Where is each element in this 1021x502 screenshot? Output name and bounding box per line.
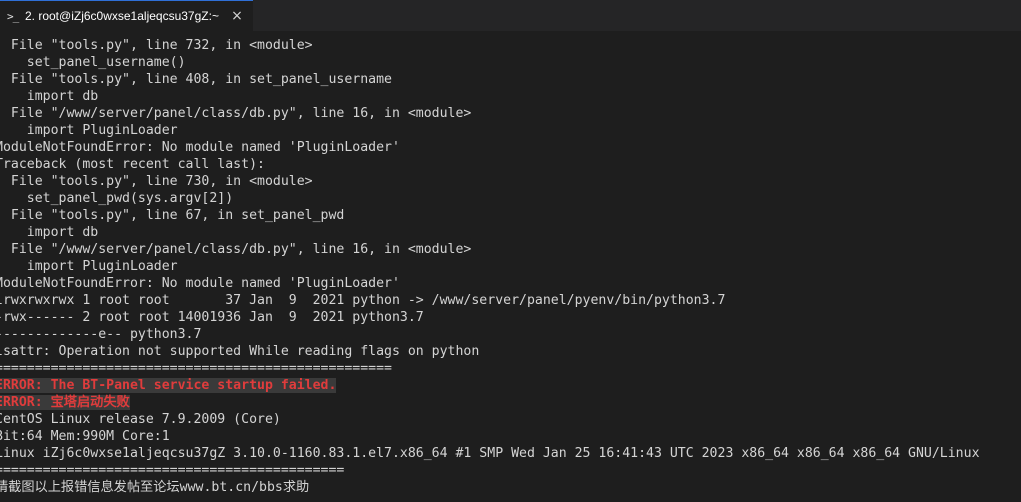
terminal-line: ========================================… xyxy=(0,361,392,376)
terminal-line: File "tools.py", line 408, in set_panel_… xyxy=(0,72,392,87)
terminal-line: File "/www/server/panel/class/db.py", li… xyxy=(0,106,472,121)
tab-title: 2. root@iZj6c0wxse1aljeqcsu37gZ:~ xyxy=(25,9,219,23)
terminal-line: File "tools.py", line 730, in <module> xyxy=(0,174,313,189)
close-icon[interactable]: × xyxy=(229,8,245,24)
terminal-tab[interactable]: >_ 2. root@iZj6c0wxse1aljeqcsu37gZ:~ × xyxy=(0,0,253,31)
error-text: ERROR: The BT-Panel service startup fail… xyxy=(0,378,337,393)
terminal-output[interactable]: File "tools.py", line 732, in <module> s… xyxy=(0,37,1021,502)
tab-bar: >_ 2. root@iZj6c0wxse1aljeqcsu37gZ:~ × xyxy=(0,0,1021,31)
terminal-line: import PluginLoader xyxy=(0,123,178,138)
terminal-line: import db xyxy=(0,89,99,104)
terminal-line: CentOS Linux release 7.9.2009 (Core) xyxy=(0,412,281,427)
terminal-line: lrwxrwxrwx 1 root root 37 Jan 9 2021 pyt… xyxy=(0,293,726,308)
error-text: ERROR: 宝塔启动失败 xyxy=(0,395,130,410)
terminal-line: -------------e-- python3.7 xyxy=(0,327,202,342)
terminal-line: ModuleNotFoundError: No module named 'Pl… xyxy=(0,140,400,155)
terminal-line: lsattr: Operation not supported While re… xyxy=(0,344,480,359)
terminal-line: 请截图以上报错信息发帖至论坛www.bt.cn/bbs求助 xyxy=(0,480,310,495)
terminal-line: Linux iZj6c0wxse1aljeqcsu37gZ 3.10.0-116… xyxy=(0,446,980,461)
terminal-line: import PluginLoader xyxy=(0,259,178,274)
terminal-line: -rwx------ 2 root root 14001936 Jan 9 20… xyxy=(0,310,424,325)
terminal-line: File "/www/server/panel/class/db.py", li… xyxy=(0,242,472,257)
terminal-line: ========================================… xyxy=(0,463,345,478)
terminal-icon: >_ xyxy=(7,9,19,23)
terminal-line: Traceback (most recent call last): xyxy=(0,157,265,172)
terminal-line: File "tools.py", line 67, in set_panel_p… xyxy=(0,208,345,223)
terminal-window: >_ 2. root@iZj6c0wxse1aljeqcsu37gZ:~ × F… xyxy=(0,0,1021,502)
terminal-line: ModuleNotFoundError: No module named 'Pl… xyxy=(0,276,400,291)
error-line: ERROR: The BT-Panel service startup fail… xyxy=(0,377,1021,394)
terminal-line: set_panel_pwd(sys.argv[2]) xyxy=(0,191,234,206)
terminal-line: File "tools.py", line 732, in <module> xyxy=(0,38,313,53)
terminal-line: set_panel_username() xyxy=(0,55,186,70)
error-line: ERROR: 宝塔启动失败 xyxy=(0,394,1021,411)
terminal-line: import db xyxy=(0,225,99,240)
terminal-line: Bit:64 Mem:990M Core:1 xyxy=(0,429,170,444)
